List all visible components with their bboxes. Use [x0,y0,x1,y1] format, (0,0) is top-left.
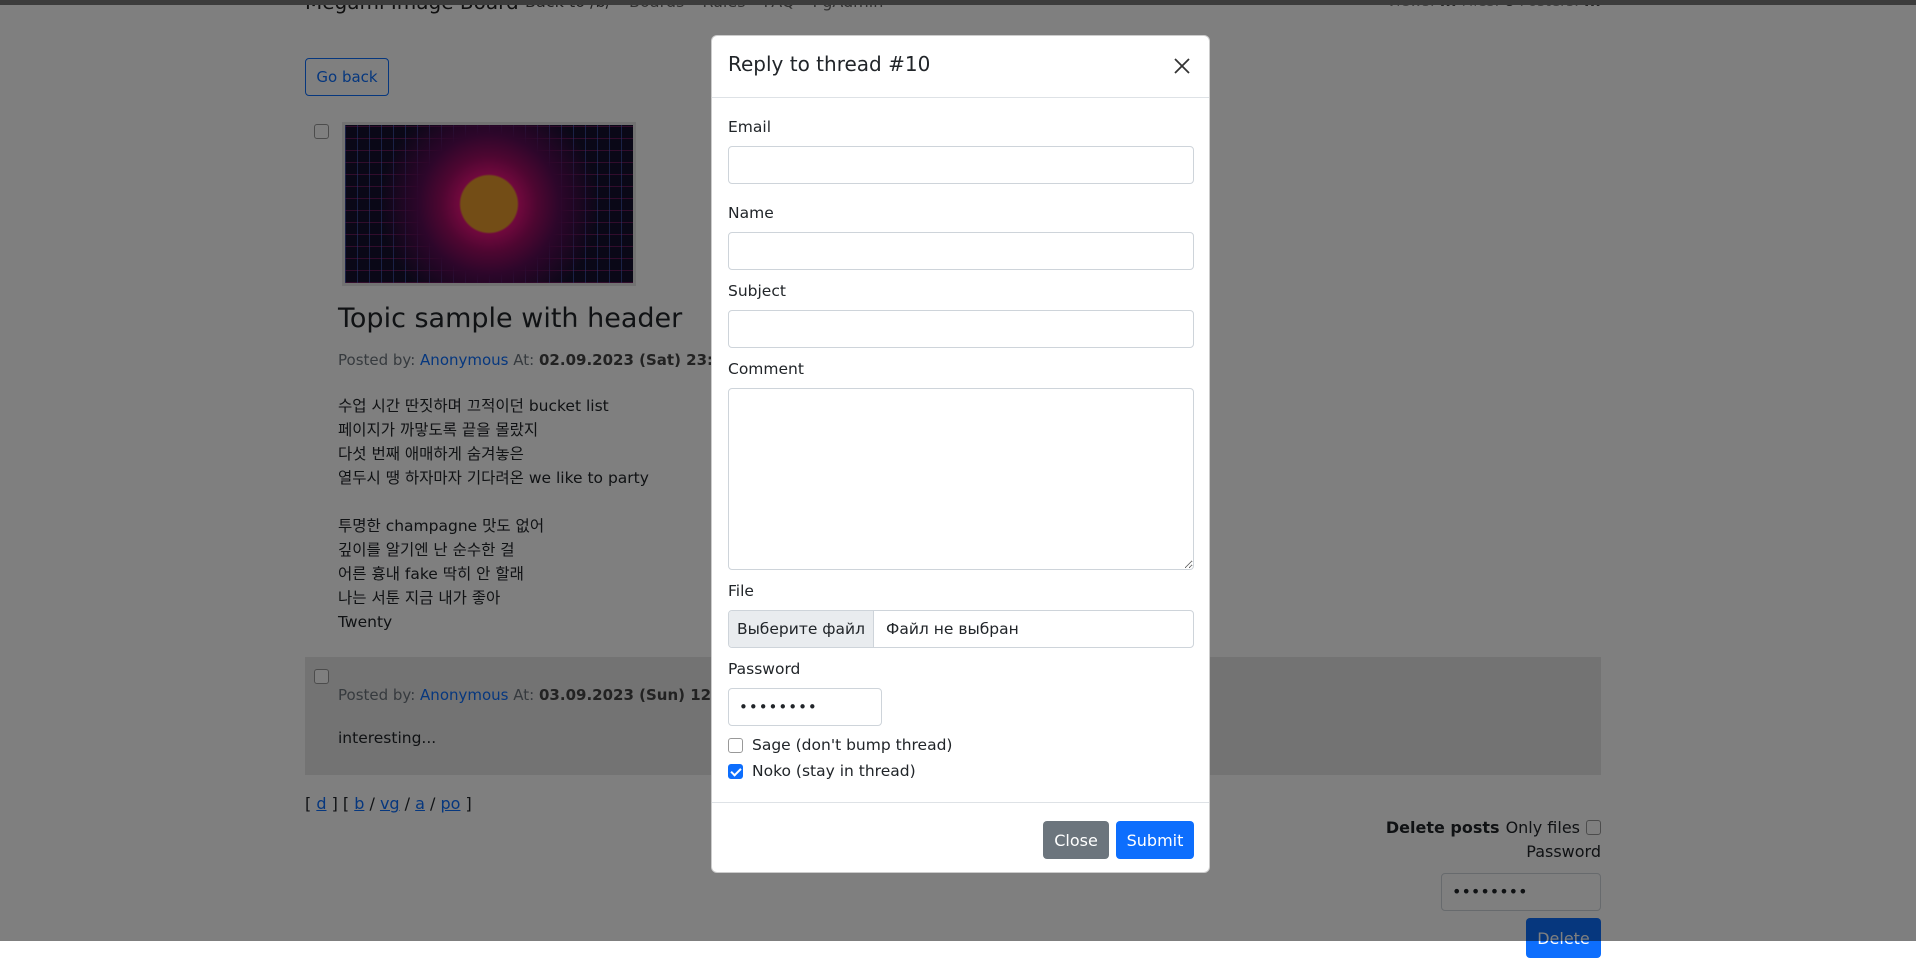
reply-modal: Reply to thread #10 Email Name Subject C… [711,35,1210,873]
file-status: Файл не выбран [886,620,1019,638]
password-field[interactable]: •••••••• [728,688,882,726]
choose-file-button[interactable]: Выберите файл [729,611,874,647]
sage-label: Sage (don't bump thread) [752,736,953,754]
noko-checkbox[interactable] [728,763,743,779]
name-field[interactable] [728,232,1194,270]
sage-option[interactable]: Sage (don't bump thread) [728,736,952,754]
comment-textarea[interactable] [728,388,1194,570]
noko-option[interactable]: Noko (stay in thread) [728,762,916,780]
file-input[interactable]: Выберите файл Файл не выбран [728,610,1194,648]
noko-label: Noko (stay in thread) [752,762,916,780]
window-top-bar [0,0,1916,5]
subject-label: Subject [728,282,786,300]
comment-label: Comment [728,360,804,378]
password-label: Password [728,660,801,678]
close-icon[interactable] [1169,53,1195,79]
close-x-glyph [1174,58,1190,74]
modal-header: Reply to thread #10 [712,36,1209,98]
modal-title: Reply to thread #10 [728,52,931,76]
close-button[interactable]: Close [1043,821,1109,859]
email-field[interactable] [728,146,1194,184]
email-label: Email [728,118,772,136]
name-label: Name [728,204,774,222]
file-label: File [728,582,754,600]
submit-button[interactable]: Submit [1116,821,1194,859]
subject-field[interactable] [728,310,1194,348]
sage-checkbox[interactable] [728,737,743,753]
